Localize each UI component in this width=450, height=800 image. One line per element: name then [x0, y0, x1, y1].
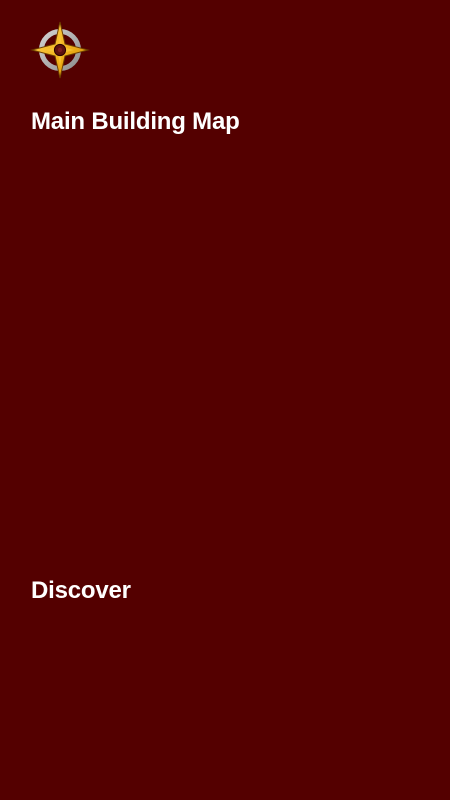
compass-icon [30, 20, 90, 80]
main-building-map-screen: Main Building Map Discover [0, 0, 450, 800]
page-title: Main Building Map [31, 108, 240, 135]
discover-heading: Discover [31, 577, 131, 604]
